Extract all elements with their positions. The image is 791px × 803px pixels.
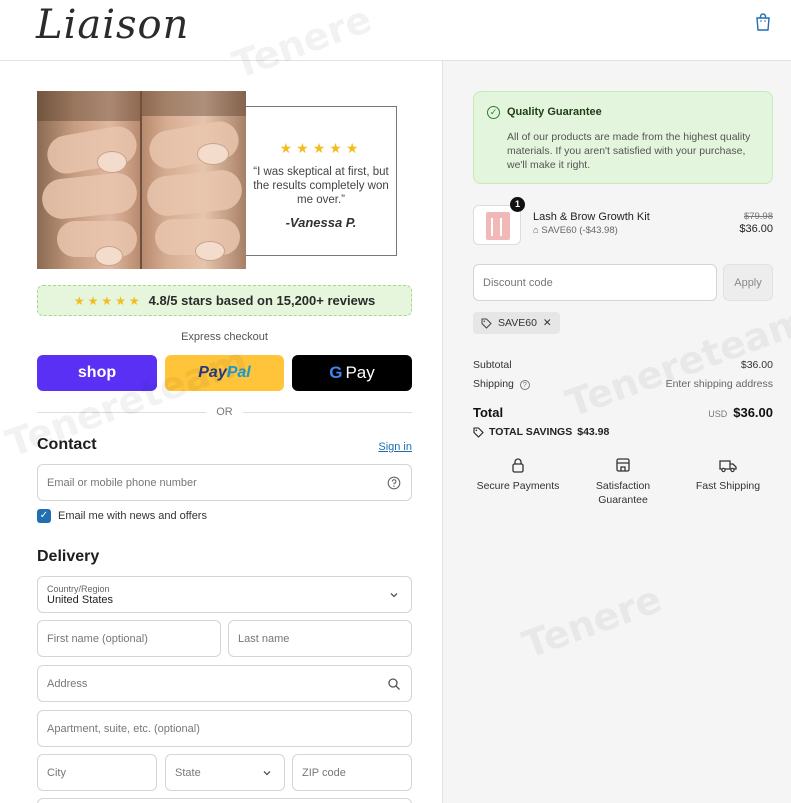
testimonial-author: -Vanessa P. — [285, 215, 357, 230]
chevron-down-icon — [390, 593, 398, 598]
feature-label: Secure Payments — [476, 480, 560, 492]
email-field[interactable]: Email or mobile phone number — [37, 464, 412, 501]
first-name-placeholder: First name (optional) — [47, 632, 148, 645]
savings-label: TOTAL SAVINGS — [489, 426, 573, 438]
first-name-field[interactable]: First name (optional) — [37, 620, 221, 657]
guarantee-body: All of our products are made from the hi… — [507, 131, 751, 171]
last-name-placeholder: Last name — [238, 632, 290, 645]
product-name: Lash & Brow Growth Kit — [533, 211, 650, 223]
newsletter-checkbox[interactable]: ✓ — [37, 509, 51, 523]
or-label: OR — [216, 406, 233, 418]
country-label: Country/Region — [47, 583, 110, 594]
city-placeholder: City — [47, 766, 66, 779]
or-divider: OR — [37, 406, 412, 418]
shipping-help-icon[interactable]: ? — [519, 380, 530, 390]
sign-in-link[interactable]: Sign in — [378, 441, 412, 453]
guarantee-title: Quality Guarantee — [507, 106, 602, 118]
quality-guarantee-box: ✓ Quality Guarantee All of our products … — [473, 91, 773, 184]
state-select[interactable]: State — [165, 754, 285, 791]
express-checkout-label: Express checkout — [181, 331, 268, 343]
newsletter-option[interactable]: ✓ Email me with news and offers — [37, 509, 207, 523]
state-label: State — [175, 766, 201, 779]
shop-pay-label: shop — [77, 364, 117, 381]
discount-code-input[interactable]: Discount code — [473, 264, 717, 301]
tag-icon — [481, 318, 492, 329]
lock-icon — [512, 458, 524, 473]
product-discount: ⌂ SAVE60 (-$43.98) — [533, 225, 618, 236]
help-circle-icon[interactable] — [387, 476, 401, 490]
product-discount-code: SAVE60 (-$43.98) — [541, 225, 618, 236]
shopping-bag-icon[interactable] — [755, 13, 771, 31]
price-final: $36.00 — [739, 223, 773, 235]
subtotal-label: Subtotal — [473, 359, 512, 371]
last-name-field[interactable]: Last name — [228, 620, 412, 657]
shipping-row: Shipping ? Enter shipping address — [473, 378, 773, 390]
shop-pay-button[interactable]: shop — [37, 355, 157, 391]
zip-field[interactable]: ZIP code — [292, 754, 412, 791]
zip-placeholder: ZIP code — [302, 766, 346, 779]
checkout-form-column: ★★★★★ “I was skeptical at first, but the… — [0, 61, 442, 803]
apply-discount-button[interactable]: Apply — [723, 264, 773, 301]
savings-value: $43.98 — [577, 426, 610, 438]
rating-stars: ★★★★★ — [73, 293, 143, 308]
discount-placeholder: Discount code — [483, 276, 553, 289]
brand-logo[interactable]: Liaison — [36, 2, 189, 48]
apartment-placeholder: Apartment, suite, etc. (optional) — [47, 722, 200, 735]
testimonial-banner: ★★★★★ “I was skeptical at first, but the… — [37, 91, 412, 269]
city-field[interactable]: City — [37, 754, 157, 791]
header: Liaison — [0, 0, 791, 61]
before-after-photo — [37, 91, 246, 269]
testimonial-stars: ★★★★★ — [279, 140, 363, 156]
total-label: Total — [473, 405, 504, 420]
apartment-field[interactable]: Apartment, suite, etc. (optional) — [37, 710, 412, 747]
contact-heading: Contact — [37, 436, 97, 453]
address-placeholder: Address — [47, 677, 88, 690]
search-icon — [388, 678, 400, 690]
quantity-badge: 1 — [510, 197, 525, 212]
email-placeholder: Email or mobile phone number — [47, 476, 197, 489]
paypal-button[interactable]: Pay Pal — [165, 355, 284, 391]
google-pay-button[interactable]: G Pay — [292, 355, 412, 391]
feature-secure-payments: Secure Payments — [468, 457, 568, 493]
subtotal-value: $36.00 — [740, 359, 773, 371]
chevron-down-icon — [263, 771, 271, 776]
applied-coupon-chip: SAVE60 ✕ — [473, 312, 560, 334]
newsletter-label: Email me with news and offers — [58, 510, 207, 522]
total-savings-row: TOTAL SAVINGS $43.98 — [473, 426, 609, 438]
feature-fast-shipping: Fast Shipping — [678, 457, 778, 493]
google-g-icon: G — [329, 363, 343, 382]
feature-label: Satisfaction Guarantee — [595, 480, 651, 506]
feature-satisfaction-guarantee: Satisfaction Guarantee — [573, 457, 673, 507]
feature-label: Fast Shipping — [695, 480, 761, 492]
address-field[interactable]: Address — [37, 665, 412, 702]
rating-summary-bar: ★★★★★ 4.8/5 stars based on 15,200+ revie… — [37, 285, 412, 316]
testimonial-quote-card: ★★★★★ “I was skeptical at first, but the… — [246, 106, 397, 256]
truck-icon — [719, 460, 737, 473]
cart-line-item: 1 Lash & Brow Growth Kit ⌂ SAVE60 (-$43.… — [473, 197, 773, 249]
testimonial-quote: “I was skeptical at first, but the resul… — [253, 166, 389, 206]
shipping-value: Enter shipping address — [665, 378, 773, 390]
tag-icon: ⌂ — [533, 225, 539, 236]
total-value: $36.00 — [733, 405, 773, 420]
delivery-heading: Delivery — [37, 548, 100, 565]
total-currency: USD — [708, 409, 728, 419]
tag-icon — [473, 426, 484, 438]
rating-text: 4.8/5 stars based on 15,200+ reviews — [148, 293, 376, 308]
paypal-logo-pay: Pay — [198, 364, 227, 381]
phone-field[interactable] — [37, 798, 412, 803]
total-row: Total USD $36.00 — [473, 405, 773, 420]
check-circle-icon: ✓ — [487, 106, 500, 119]
order-summary-column: ✓ Quality Guarantee All of our products … — [442, 61, 791, 803]
price-original: $79.98 — [743, 211, 773, 222]
remove-coupon-icon[interactable]: ✕ — [543, 317, 552, 329]
country-value: United States — [47, 593, 114, 606]
shipping-label: Shipping — [473, 378, 514, 390]
country-select[interactable]: Country/Region United States — [37, 576, 412, 613]
subtotal-row: Subtotal $36.00 — [473, 359, 773, 371]
paypal-logo-pal: Pal — [226, 364, 251, 381]
storefront-icon — [616, 458, 630, 472]
google-pay-label: Pay — [345, 363, 375, 382]
applied-coupon-code: SAVE60 — [498, 317, 537, 329]
